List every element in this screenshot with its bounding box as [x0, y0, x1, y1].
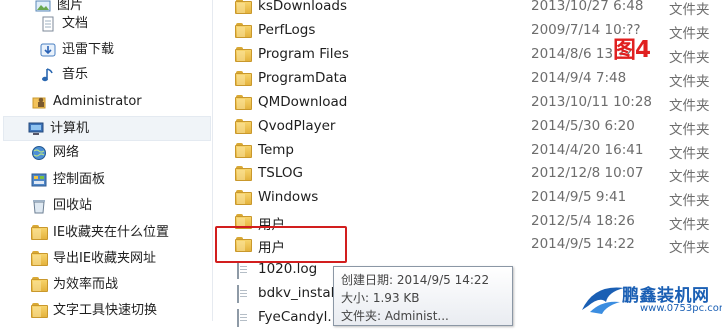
file-date: 2014/5/30 6:20 [531, 118, 635, 134]
file-date: 2014/9/5 14:22 [531, 236, 635, 252]
documents-icon [42, 16, 54, 31]
folder-icon [31, 224, 48, 241]
computer-icon [28, 122, 44, 135]
file-type: 文件夹 [669, 193, 710, 209]
nav-item-administrator[interactable]: Administrator [31, 90, 142, 113]
file-row[interactable]: Windows 2014/9/5 9:41 文件夹 [213, 186, 722, 210]
file-name: TSLOG [258, 165, 303, 181]
file-type: 文件夹 [669, 98, 710, 114]
nav-item-label: Administrator [53, 94, 142, 109]
nav-item-label: 迅雷下载 [62, 42, 115, 57]
file-icon [235, 285, 252, 303]
folder-icon [235, 95, 252, 110]
user-folder-icon [32, 97, 46, 108]
nav-item-text-tool-switch[interactable]: 文字工具快速切换 [31, 299, 157, 322]
file-date: 2014/4/20 16:41 [531, 142, 644, 158]
file-row[interactable]: ProgramData 2014/9/4 7:48 文件夹 [213, 67, 722, 91]
folder-icon [235, 0, 252, 14]
file-type: 文件夹 [669, 26, 710, 42]
file-name: Windows [258, 189, 319, 205]
figure-label: 图4 [613, 37, 651, 63]
nav-item-network[interactable]: 网络 [31, 141, 79, 164]
file-row[interactable]: ksDownloads 2013/10/27 6:48 文件夹 [213, 0, 722, 19]
control-panel-icon [31, 173, 47, 186]
folder-icon [235, 119, 252, 134]
folder-icon [235, 23, 252, 38]
navigation-pane: 图片 文档 迅雷下载 音乐 Administrator 计算机 网络 控制面板 … [0, 0, 213, 321]
file-type: 文件夹 [669, 240, 710, 256]
file-name: ksDownloads [258, 0, 347, 14]
folder-icon [235, 71, 252, 86]
nav-item-efficiency[interactable]: 为效率而战 [31, 273, 118, 296]
folder-icon [31, 250, 48, 267]
nav-item-documents[interactable]: 文档 [40, 12, 88, 35]
tooltip-folder: 文件夹: Administ... [341, 309, 449, 323]
tooltip-created: 创建日期: 2014/9/5 14:22 [341, 273, 490, 287]
file-name: Program Files [258, 46, 349, 62]
file-name: bdkv_install [258, 285, 339, 301]
file-type: 文件夹 [669, 2, 710, 18]
nav-item-export-ie-favorites[interactable]: 导出IE收藏夹网址 [31, 247, 156, 270]
file-name: 1020.log [258, 261, 318, 277]
file-name: Temp [258, 142, 294, 158]
file-date: 2014/9/5 9:41 [531, 189, 627, 205]
recycle-bin-icon [33, 199, 45, 213]
file-type: 文件夹 [669, 217, 710, 233]
nav-item-label: IE收藏夹在什么位置 [53, 225, 170, 240]
file-name: PerfLogs [258, 22, 316, 38]
eagle-logo-icon [582, 287, 624, 314]
nav-item-control-panel[interactable]: 控制面板 [31, 168, 105, 191]
file-row[interactable]: QvodPlayer 2014/5/30 6:20 文件夹 [213, 115, 722, 139]
folder-icon [235, 47, 252, 62]
folder-icon [235, 143, 252, 158]
nav-item-label: 导出IE收藏夹网址 [53, 251, 157, 266]
nav-item-music[interactable]: 音乐 [40, 63, 88, 86]
xunlei-download-icon [40, 43, 56, 56]
nav-item-label: 控制面板 [53, 172, 106, 187]
nav-item-label: 文字工具快速切换 [53, 303, 158, 318]
nav-item-label: 计算机 [50, 121, 90, 136]
file-icon [235, 309, 252, 327]
network-icon [32, 145, 46, 160]
folder-icon [31, 276, 48, 293]
file-row[interactable]: TSLOG 2012/12/8 10:07 文件夹 [213, 162, 722, 186]
highlight-box [215, 226, 347, 263]
folder-icon [235, 190, 252, 205]
nav-item-label: 为效率而战 [53, 277, 119, 292]
folder-icon [235, 166, 252, 181]
file-type: 文件夹 [669, 146, 710, 162]
folder-icon [31, 302, 48, 319]
nav-item-xunlei-downloads[interactable]: 迅雷下载 [40, 38, 114, 61]
file-row[interactable]: Temp 2014/4/20 16:41 文件夹 [213, 139, 722, 163]
file-date: 2014/9/4 7:48 [531, 70, 627, 86]
file-date: 2012/5/4 18:26 [531, 213, 635, 229]
nav-item-label: 文档 [62, 16, 89, 31]
file-date: 2013/10/11 10:28 [531, 94, 653, 110]
file-type: 文件夹 [669, 169, 710, 185]
file-name: ProgramData [258, 70, 348, 86]
nav-item-computer[interactable]: 计算机 [3, 116, 211, 141]
nav-item-recycle-bin[interactable]: 回收站 [31, 194, 92, 217]
file-date: 2012/12/8 10:07 [531, 165, 644, 181]
file-type: 文件夹 [669, 50, 710, 66]
nav-item-label: 音乐 [62, 67, 89, 82]
file-type: 文件夹 [669, 122, 710, 138]
file-name: FyeCandyl... [258, 309, 341, 325]
log-file-icon [235, 261, 252, 279]
tooltip-size: 大小: 1.93 KB [341, 291, 420, 305]
file-name: QMDownload [258, 94, 348, 110]
file-type: 文件夹 [669, 74, 710, 90]
music-note-icon [42, 67, 53, 81]
file-name: QvodPlayer [258, 118, 336, 134]
file-info-tooltip: 创建日期: 2014/9/5 14:22 大小: 1.93 KB 文件夹: Ad… [333, 266, 513, 326]
watermark-url: www.0753pc.com [640, 303, 722, 314]
nav-item-label: 回收站 [53, 198, 93, 213]
nav-item-ie-favorites-location[interactable]: IE收藏夹在什么位置 [31, 221, 169, 244]
file-row[interactable]: QMDownload 2013/10/11 10:28 文件夹 [213, 91, 722, 115]
watermark-logo: 鹏鑫装机网 www.0753pc.com [580, 276, 722, 321]
file-date: 2013/10/27 6:48 [531, 0, 644, 14]
nav-item-label: 网络 [53, 145, 80, 160]
